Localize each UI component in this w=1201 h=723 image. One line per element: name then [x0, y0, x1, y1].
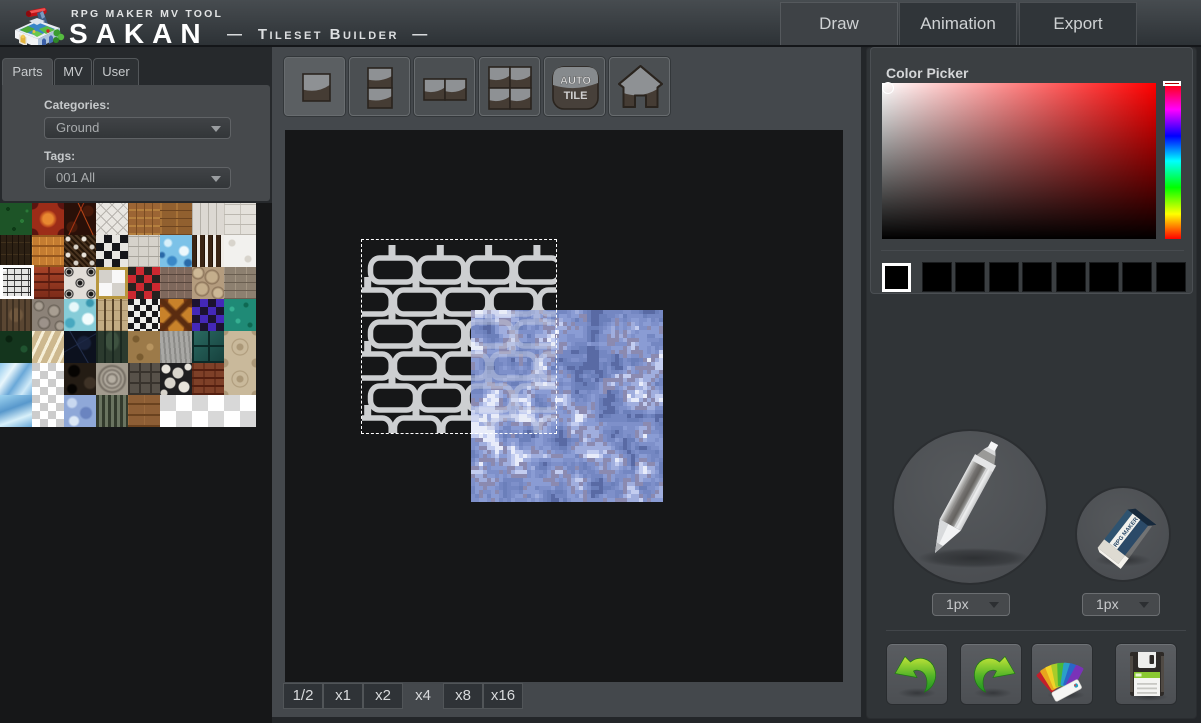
svg-text:AUTO: AUTO	[560, 75, 591, 87]
svg-text:TILE: TILE	[564, 90, 588, 102]
